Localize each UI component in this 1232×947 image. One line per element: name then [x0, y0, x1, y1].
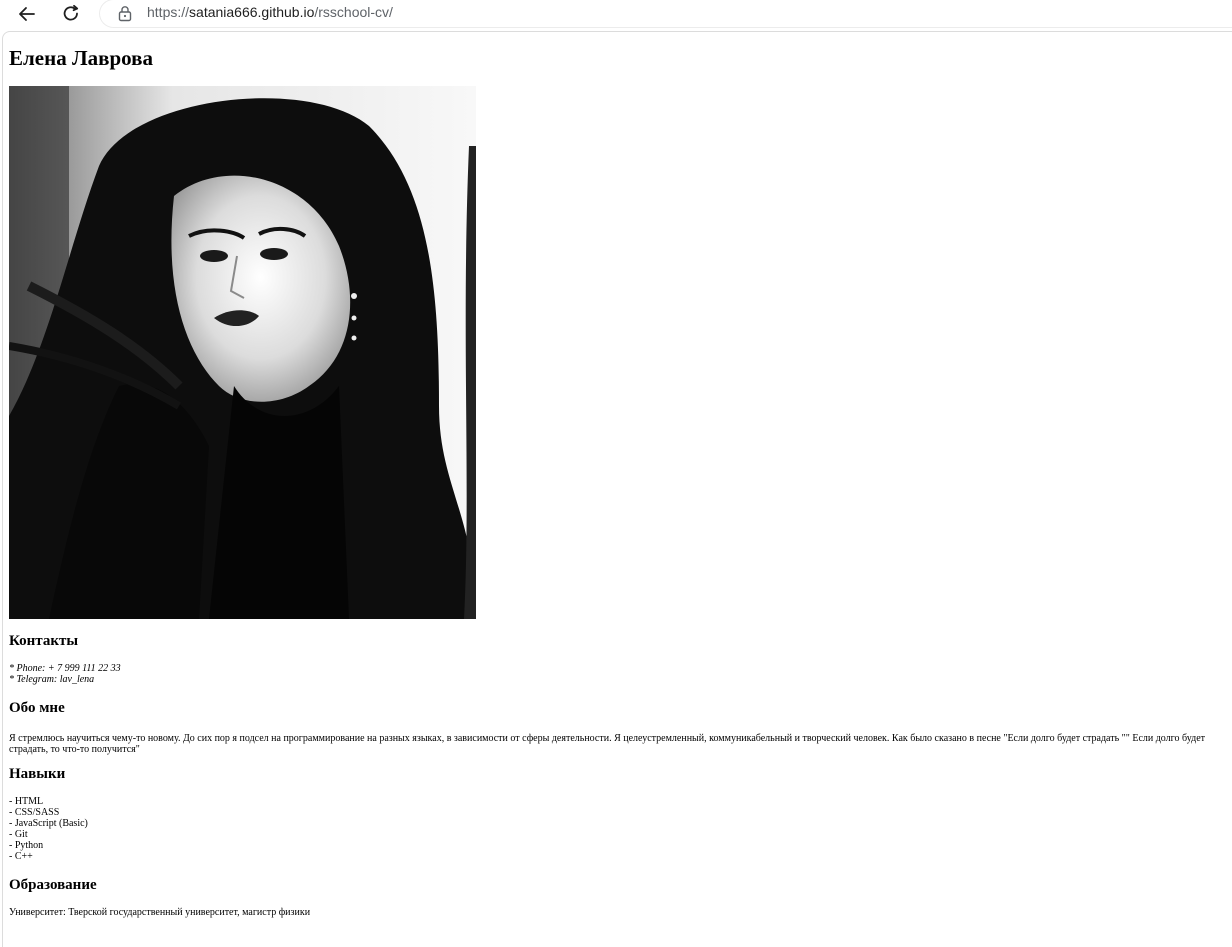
url-host: satania666.github.io	[189, 4, 315, 20]
address-bar[interactable]: https://satania666.github.io/rsschool-cv…	[100, 0, 1232, 27]
arrow-left-icon	[19, 7, 35, 21]
skill-item-cpp: - C++	[9, 851, 33, 862]
portrait-image	[9, 86, 476, 619]
back-button[interactable]	[15, 3, 39, 25]
reload-icon	[63, 4, 79, 21]
education-text: Университет: Тверской государственный ун…	[9, 907, 311, 918]
skill-item-javascript: - JavaScript (Basic)	[9, 818, 88, 829]
profile-photo	[9, 86, 476, 619]
skill-item-python: - Python	[9, 840, 44, 851]
skill-item-css: - CSS/SASS	[9, 807, 60, 818]
about-text: Я стремлюсь научиться чему-то новому. До…	[9, 733, 1205, 755]
lock-icon[interactable]	[117, 5, 133, 22]
browser-toolbar: https://satania666.github.io/rsschool-cv…	[0, 0, 1232, 30]
page-viewport: Елена Лаврова Контакты * Phone: + 7 999 …	[2, 31, 1232, 947]
contact-telegram: * Telegram: lav_lena	[9, 674, 95, 685]
skills-heading: Навыки	[9, 766, 66, 782]
url-path: /rsschool-cv/	[314, 4, 393, 20]
contacts-heading: Контакты	[9, 633, 79, 649]
skill-item-html: - HTML	[9, 796, 44, 807]
url-text: https://satania666.github.io/rsschool-cv…	[147, 4, 393, 20]
contact-phone: * Phone: + 7 999 111 22 33	[9, 663, 121, 674]
skill-item-git: - Git	[9, 829, 28, 840]
about-heading: Обо мне	[9, 700, 65, 716]
page-title: Елена Лаврова	[9, 46, 153, 70]
url-prefix: https://	[147, 4, 190, 20]
reload-button[interactable]	[59, 3, 83, 25]
education-heading: Образование	[9, 877, 97, 893]
